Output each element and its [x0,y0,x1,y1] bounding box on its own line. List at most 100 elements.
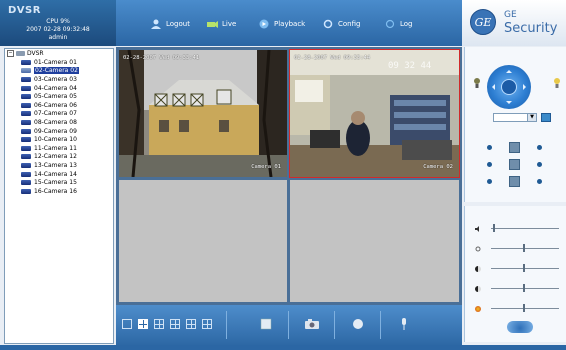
camera-list-item[interactable]: 08-Camera 08 [21,118,79,127]
focus-near-button[interactable] [487,162,492,167]
main-nav: Logout Live Playback Config Log [116,0,462,46]
camera-list-item[interactable]: 15-Camera 15 [21,178,79,187]
speaker-icon [475,226,479,232]
camera-list-item[interactable]: 05-Camera 05 [21,92,79,101]
camera-icon [21,154,31,160]
tab-logout[interactable]: Logout [150,17,190,31]
cpu-usage: CPU 9% [46,18,70,25]
camera-list-item[interactable]: 09-Camera 09 [21,127,79,136]
video-cell-4[interactable] [290,180,459,302]
chevron-down-icon[interactable]: ▼ [527,114,536,121]
camera-icon [21,76,31,82]
stop-icon [260,318,272,330]
zoom-box[interactable] [509,142,520,153]
iris-box[interactable] [509,176,520,187]
tilt-up-icon[interactable] [506,67,512,73]
camera-label: 04-Camera 04 [34,84,77,92]
camera-icon [21,137,31,143]
image-adjust-panel [464,206,566,342]
layout-eight-button[interactable] [170,319,180,329]
tab-label: Live [222,20,237,28]
slider-thumb[interactable] [523,244,525,252]
focus-far-button[interactable] [537,162,542,167]
camera-icon [21,94,31,100]
camera-icon [21,162,31,168]
tab-label: Config [338,20,361,28]
zoom-out-button[interactable] [537,145,542,150]
camera-list-item[interactable]: 03-Camera 03 [21,75,79,84]
slider-track [491,308,559,309]
layout-quad-button[interactable] [138,319,148,329]
zoom-in-button[interactable] [487,145,492,150]
contrast-slider[interactable] [475,264,561,274]
layout-single-button[interactable] [122,319,132,329]
camera-icon [21,171,31,177]
snapshot-button[interactable] [304,317,320,331]
iris-open-button[interactable] [487,179,492,184]
iris-close-button[interactable] [537,179,542,184]
ptz-joystick[interactable] [487,65,531,109]
camera-list-item[interactable]: 01-Camera 01 [21,58,79,67]
light-on-icon[interactable] [553,77,561,89]
ptz-center-button[interactable] [501,79,517,95]
camera-icon [21,85,31,91]
tab-live[interactable]: Live [206,17,236,31]
tab-playback[interactable]: Playback [258,17,305,31]
tab-label: Log [400,20,413,28]
system-info: CPU 9% 2007 02-28 09:32:48 admin [0,18,116,42]
camera-list-item[interactable]: 02-Camera 02 [21,67,79,76]
tilt-down-icon[interactable] [506,101,512,107]
reset-image-button[interactable] [507,321,533,333]
camera-list-item[interactable]: 11-Camera 11 [21,144,79,153]
volume-slider[interactable] [475,224,561,234]
record-button[interactable] [350,317,366,331]
header-status-panel: DVSR CPU 9% 2007 02-28 09:32:48 admin [0,0,116,46]
camera-label: 08-Camera 08 [34,118,77,126]
slider-thumb[interactable] [523,264,525,272]
tab-log[interactable]: Log [384,17,413,31]
bottom-toolbar [116,305,462,345]
camera-01-label: Camera 01 [251,164,281,170]
logo-text: GE Security [504,9,557,35]
preset-select[interactable]: ▼ [493,113,537,122]
video-cell-1[interactable]: 02-28-2007 Wed 09:33:41 Camera 01 [119,50,287,177]
video-cell-3[interactable] [119,180,287,302]
layout-nine-button[interactable] [186,319,196,329]
pan-right-icon[interactable] [523,84,529,90]
toolbar-divider [226,311,227,339]
layout-sixteen-button[interactable] [202,319,212,329]
camera-list-item[interactable]: 16-Camera 16 [21,187,79,196]
layout-six-button[interactable] [154,319,164,329]
ge-monogram: GE [470,9,496,35]
camera-label: 10-Camera 10 [34,136,77,144]
slider-thumb[interactable] [523,304,525,312]
ptz-control-panel: ▼ [464,47,566,202]
camera-list-item[interactable]: 06-Camera 06 [21,101,79,110]
camera-list-item[interactable]: 10-Camera 10 [21,135,79,144]
camera-icon [21,59,31,65]
camera-label: 06-Camera 06 [34,101,77,109]
light-off-icon[interactable] [473,77,481,89]
audio-button[interactable] [396,317,412,331]
collapse-icon[interactable]: − [7,50,14,57]
camera-list-item[interactable]: 13-Camera 13 [21,161,79,170]
camera-list-item[interactable]: 12-Camera 12 [21,153,79,162]
hue-icon [475,306,481,312]
camera-list-item[interactable]: 07-Camera 07 [21,110,79,119]
stop-button[interactable] [258,317,274,331]
camera-list-item[interactable]: 14-Camera 14 [21,170,79,179]
slider-thumb[interactable] [493,224,495,232]
tab-config[interactable]: Config [322,17,360,31]
camera-label: 11-Camera 11 [34,144,77,152]
tree-root[interactable]: − DVSR [7,50,44,57]
saturation-slider[interactable] [475,284,561,294]
preset-go-button[interactable] [541,113,551,122]
hue-slider[interactable] [475,304,561,314]
focus-box[interactable] [509,159,520,170]
pan-left-icon[interactable] [489,84,495,90]
video-cell-2[interactable]: 02-28-2007 Wed 09:33:44 09 32 44 Camera … [289,49,460,178]
camera-icon [21,68,31,74]
brightness-slider[interactable] [475,244,561,254]
camera-list-item[interactable]: 04-Camera 04 [21,84,79,93]
slider-thumb[interactable] [523,284,525,292]
